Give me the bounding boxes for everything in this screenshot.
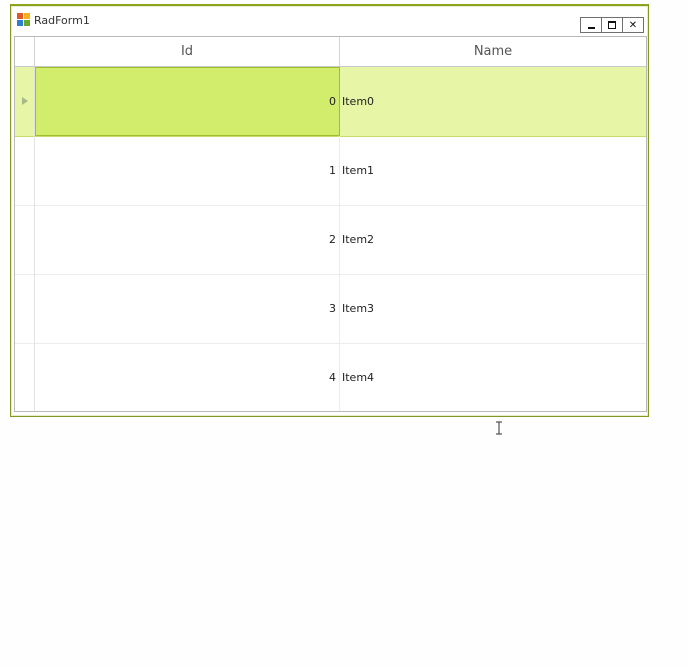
text-cursor-icon [496,421,502,435]
row-indicator[interactable] [15,343,35,411]
table-row[interactable]: 4 Item4 [15,343,646,411]
cell-name[interactable]: Item1 [340,136,646,205]
cell-id[interactable]: 2 [35,205,340,274]
column-header-name[interactable]: Name [340,37,646,66]
row-indicator[interactable] [15,67,35,136]
close-icon: ✕ [628,19,638,31]
app-icon [17,13,31,26]
cell-id[interactable]: 4 [35,343,340,411]
title-bar[interactable]: RadForm1 ✕ [11,6,648,36]
cell-name[interactable]: Item3 [340,274,646,343]
table-row[interactable]: 3 Item3 [15,274,646,344]
row-indicator[interactable] [15,205,35,274]
maximize-icon [608,21,616,29]
cell-name[interactable]: Item2 [340,205,646,274]
data-grid[interactable]: Id Name 0 Item0 1 Item1 2 Item2 3 Item3 … [14,36,647,412]
grid-header-row: Id Name [15,37,646,67]
close-button[interactable]: ✕ [622,17,644,33]
cell-name[interactable]: Item0 [340,67,646,136]
row-indicator[interactable] [15,274,35,343]
table-row[interactable]: 0 Item0 [15,67,646,137]
window-title: RadForm1 [34,14,90,27]
header-row-indicator [15,37,35,66]
minimize-button[interactable] [580,17,602,33]
cell-name[interactable]: Item4 [340,343,646,411]
maximize-button[interactable] [601,17,623,33]
table-row[interactable]: 1 Item1 [15,136,646,206]
cell-id[interactable]: 3 [35,274,340,343]
row-indicator[interactable] [15,136,35,205]
radform-window: RadForm1 ✕ Id Name 0 Item0 1 Item1 2 Ite… [10,4,649,417]
column-header-id[interactable]: Id [35,37,340,66]
cell-id[interactable]: 1 [35,136,340,205]
cell-id[interactable]: 0 [35,67,340,136]
table-row[interactable]: 2 Item2 [15,205,646,275]
current-row-arrow-icon [22,97,28,105]
minimize-icon [588,27,595,29]
